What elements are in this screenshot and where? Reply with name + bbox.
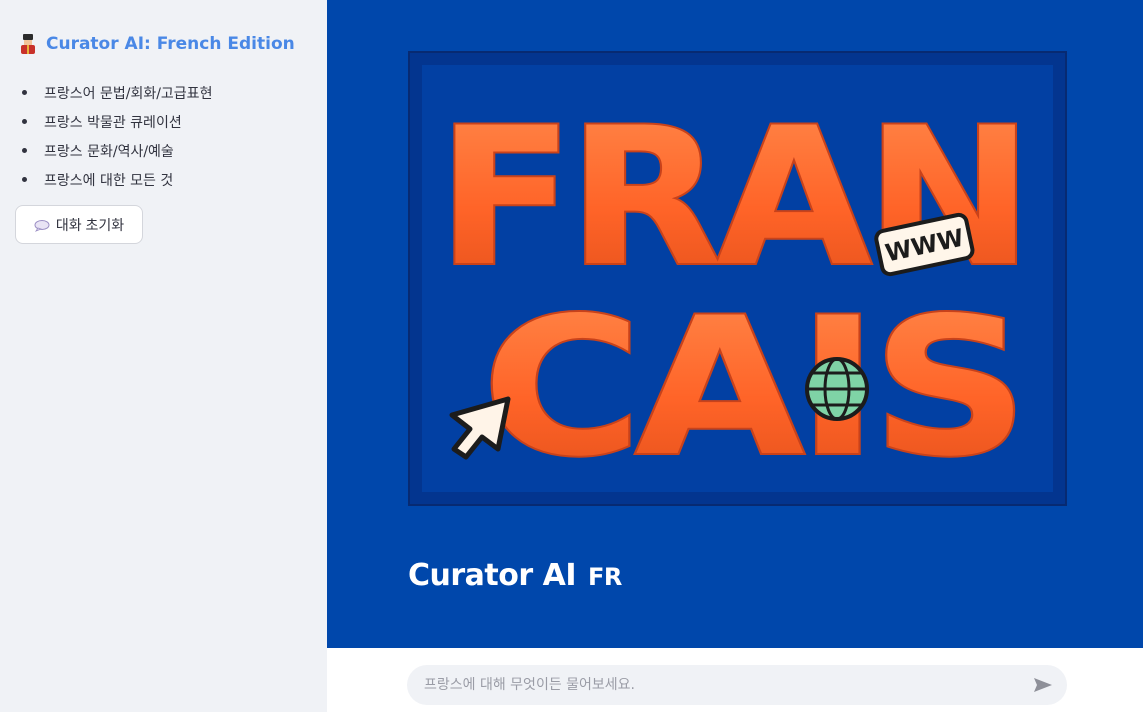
page-title-suffix: FR xyxy=(587,563,622,591)
send-icon xyxy=(1034,678,1052,692)
bullet xyxy=(22,119,27,124)
speech-bubble-icon xyxy=(34,219,50,232)
chat-input-container xyxy=(407,665,1067,705)
page-title-text: Curator AI xyxy=(408,558,576,593)
reset-button-label: 대화 초기화 xyxy=(55,216,125,233)
sidebar-header: Curator AI: French Edition xyxy=(18,34,295,54)
chat-input-bar xyxy=(327,648,1143,712)
list-item-label: 프랑스에 대한 모든 것 xyxy=(44,172,174,189)
sidebar: Curator AI: French Edition 프랑스어 문법/회화/고급… xyxy=(0,0,327,712)
globe-icon xyxy=(805,357,869,421)
list-item: 프랑스어 문법/회화/고급표현 xyxy=(18,78,212,107)
bullet xyxy=(22,177,27,182)
list-item: 프랑스 박물관 큐레이션 xyxy=(18,107,212,136)
list-item: 프랑스 문화/역사/예술 xyxy=(18,136,212,165)
hero-image: FRAN CAIS WWW xyxy=(408,51,1067,506)
main-panel: FRAN CAIS WWW Curator AI FR xyxy=(327,0,1143,648)
sidebar-topic-list: 프랑스어 문법/회화/고급표현 프랑스 박물관 큐레이션 프랑스 문화/역사/예… xyxy=(18,78,212,194)
chat-input[interactable] xyxy=(424,677,1031,693)
page-title: Curator AI FR xyxy=(408,558,622,593)
hero-word-1: FRAN xyxy=(437,87,1027,308)
sidebar-title: Curator AI: French Edition xyxy=(46,34,295,54)
send-button[interactable] xyxy=(1031,673,1055,697)
guard-emoji-icon xyxy=(18,34,38,54)
bullet xyxy=(22,148,27,153)
list-item: 프랑스에 대한 모든 것 xyxy=(18,165,212,194)
hero-word-2: CAIS xyxy=(482,277,1022,498)
list-item-label: 프랑스 박물관 큐레이션 xyxy=(44,114,182,131)
reset-conversation-button[interactable]: 대화 초기화 xyxy=(15,205,143,244)
list-item-label: 프랑스어 문법/회화/고급표현 xyxy=(44,85,213,102)
list-item-label: 프랑스 문화/역사/예술 xyxy=(44,143,174,160)
bullet xyxy=(22,90,27,95)
